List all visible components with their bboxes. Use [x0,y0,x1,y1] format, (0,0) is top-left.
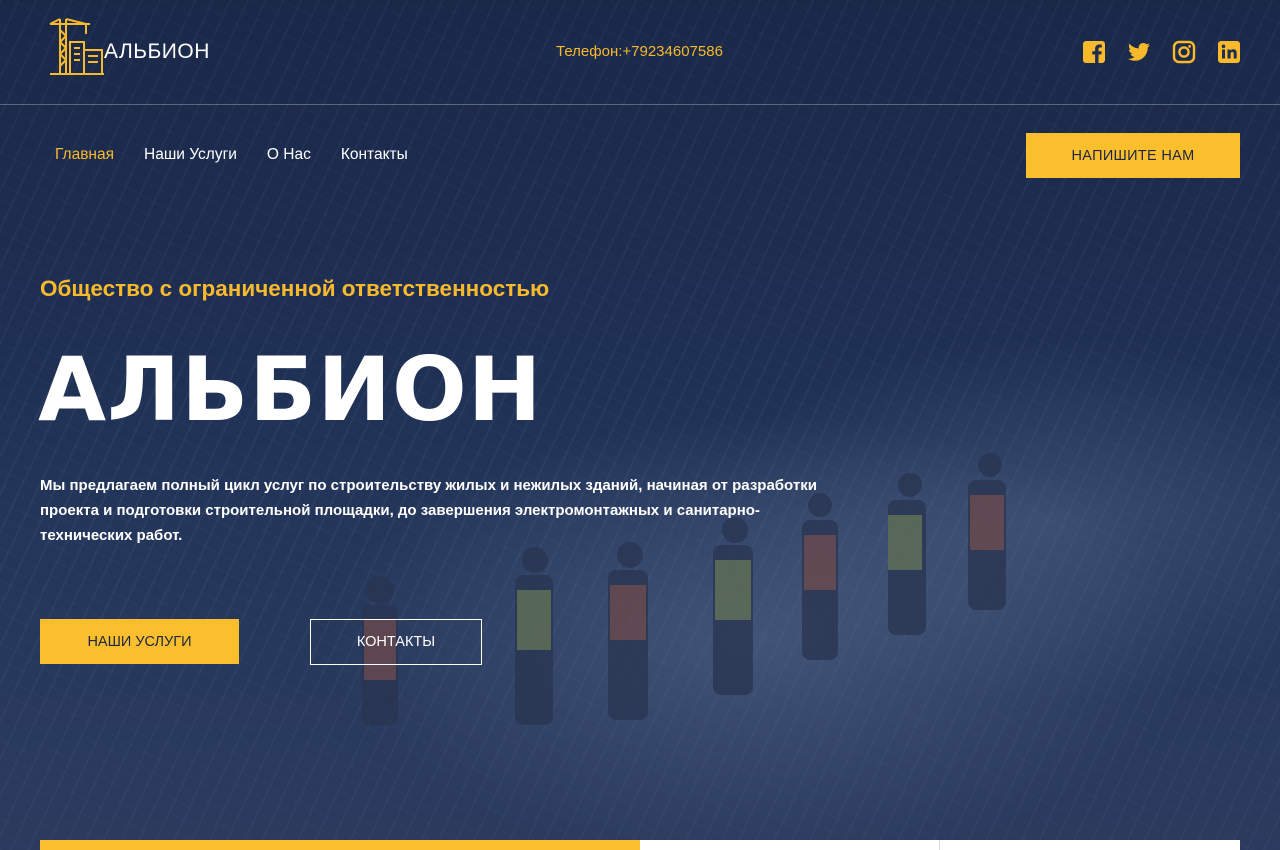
feature-card-highlighted [40,840,640,850]
feature-card [640,840,940,850]
feature-cards-strip [40,840,1240,850]
hero-section: АЛЬБИОН Телефон:+79234607586 Главная Наш… [0,0,1280,850]
phone-number[interactable]: Телефон:+79234607586 [556,43,723,60]
contacts-button[interactable]: КОНТАКТЫ [310,619,482,665]
linkedin-icon[interactable] [1217,40,1241,64]
services-button[interactable]: НАШИ УСЛУГИ [40,619,239,664]
social-links [1082,40,1241,64]
nav-item-about[interactable]: О Нас [267,146,311,164]
hero-title: АЛЬБИОН [38,338,543,441]
write-us-button[interactable]: НАПИШИТЕ НАМ [1026,133,1240,178]
hero-description: Мы предлагаем полный цикл услуг по строи… [40,477,817,544]
logo[interactable]: АЛЬБИОН [46,14,216,80]
main-nav: Главная Наши Услуги О Нас Контакты [55,146,408,164]
instagram-icon[interactable] [1172,40,1196,64]
facebook-icon[interactable] [1082,40,1106,64]
hero-subtitle: Общество с ограниченной ответственностью [40,276,550,301]
nav-item-contacts[interactable]: Контакты [341,146,408,164]
nav-item-services[interactable]: Наши Услуги [144,146,237,164]
logo-text: АЛЬБИОН [104,40,210,63]
nav-item-home[interactable]: Главная [55,146,114,164]
twitter-icon[interactable] [1127,40,1151,64]
top-bar: АЛЬБИОН Телефон:+79234607586 [0,0,1280,105]
crane-building-icon [49,18,104,75]
feature-card [940,840,1240,850]
